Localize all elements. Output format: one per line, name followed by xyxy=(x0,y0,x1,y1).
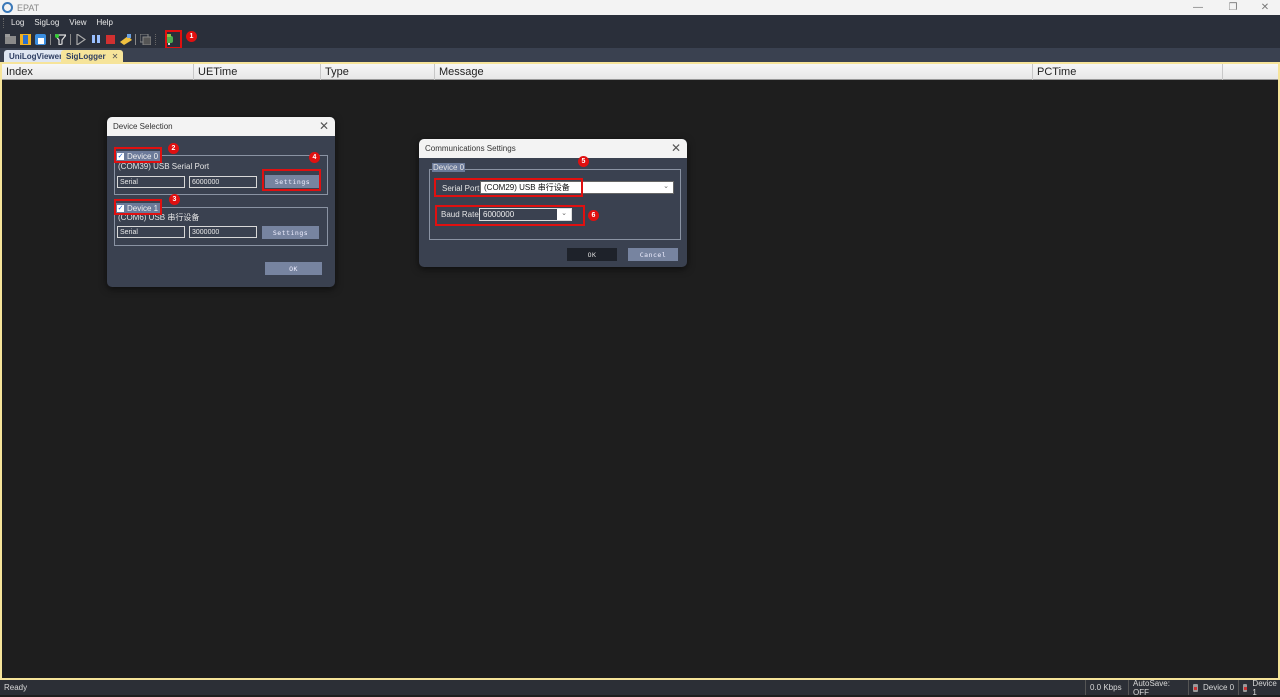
data-rate: 0.0 Kbps xyxy=(1090,683,1122,692)
status-bar: Ready 0.0 Kbps AutoSave: OFF Device 0 De… xyxy=(0,678,1280,697)
toolbar-separator xyxy=(50,33,51,45)
annotation-badge-2: 2 xyxy=(168,143,179,154)
status-text: Ready xyxy=(4,683,28,692)
device-0-status: Device 0 xyxy=(1188,680,1238,695)
column-header-type[interactable]: Type xyxy=(321,64,435,80)
data-rate-panel: 0.0 Kbps xyxy=(1085,680,1128,695)
autosave-panel: AutoSave: OFF xyxy=(1128,678,1188,697)
window-title: EPAT xyxy=(17,2,40,13)
device-1-type-field[interactable]: Serial xyxy=(117,226,185,238)
device-0-status-label: Device 0 xyxy=(1203,683,1235,692)
tab-siglogger[interactable]: SigLogger ✕ xyxy=(61,50,124,62)
annotation-badge-4: 4 xyxy=(309,152,320,163)
save-icon[interactable] xyxy=(20,33,32,45)
device-0-port-description: (COM39) USB Serial Port xyxy=(118,162,210,171)
annotation-badge-6: 6 xyxy=(588,210,599,221)
toolbar-separator xyxy=(70,33,71,45)
minimize-button[interactable]: — xyxy=(1183,0,1213,15)
device-1-status-label: Device 1 xyxy=(1252,678,1277,697)
chevron-down-icon: ⌄ xyxy=(663,183,669,190)
cancel-button[interactable]: Cancel xyxy=(628,248,678,261)
device-1-status: Device 1 xyxy=(1238,678,1280,697)
restore-button[interactable]: ❐ xyxy=(1218,0,1248,15)
dialog-close-button[interactable]: ✕ xyxy=(671,141,681,155)
ok-button[interactable]: OK xyxy=(567,248,617,261)
close-window-button[interactable]: ✕ xyxy=(1250,0,1280,15)
tab-label: SigLogger xyxy=(66,51,106,61)
title-bar: EPAT — ❐ ✕ xyxy=(0,0,1280,15)
column-header-message[interactable]: Message xyxy=(435,64,1033,80)
clear-icon[interactable] xyxy=(119,33,132,45)
open-folder-icon[interactable] xyxy=(5,33,17,45)
dialog-title: Communications Settings xyxy=(425,144,516,153)
menu-bar: Log SigLog View Help xyxy=(0,15,1280,30)
communications-settings-dialog: Communications Settings ✕ Device 0 Seria… xyxy=(419,139,687,267)
menu-view[interactable]: View xyxy=(64,18,91,27)
column-header-pctime[interactable]: PCTime xyxy=(1033,64,1223,80)
group-label: Device 0 xyxy=(432,163,466,172)
tab-strip: UniLogViewer SigLogger ✕ xyxy=(0,48,1280,62)
device-1-baud-field[interactable]: 3000000 xyxy=(189,226,257,238)
device-0-type-field[interactable]: Serial xyxy=(117,176,185,188)
app-logo-icon xyxy=(2,2,13,13)
menu-help[interactable]: Help xyxy=(91,18,117,27)
device-icon xyxy=(1193,683,1198,692)
device-1-settings-button[interactable]: Settings xyxy=(262,226,319,239)
device-0-baud-field[interactable]: 6000000 xyxy=(189,176,257,188)
device-icon xyxy=(1243,683,1248,692)
annotation-badge-5: 5 xyxy=(578,156,589,167)
menu-log[interactable]: Log xyxy=(5,18,29,27)
dialog-title-bar: Device Selection ✕ xyxy=(107,117,335,136)
autosave-status: AutoSave: OFF xyxy=(1133,678,1170,697)
annotation-highlight-5 xyxy=(434,178,583,197)
toolbar-separator xyxy=(155,33,156,45)
annotation-highlight-2 xyxy=(114,147,162,163)
filter-icon[interactable] xyxy=(55,33,67,45)
copy-icon[interactable] xyxy=(140,33,152,45)
toolbar-separator xyxy=(135,33,136,45)
dialog-close-button[interactable]: ✕ xyxy=(319,119,329,133)
export-icon[interactable] xyxy=(35,33,47,45)
dialog-title: Device Selection xyxy=(113,122,173,131)
annotation-badge-3: 3 xyxy=(169,194,180,205)
tab-label: UniLogViewer xyxy=(9,51,63,61)
play-icon[interactable] xyxy=(75,33,87,45)
pause-icon[interactable] xyxy=(90,33,102,45)
column-header-index[interactable]: Index xyxy=(2,64,194,80)
stop-icon[interactable] xyxy=(105,33,117,45)
menu-siglog[interactable]: SigLog xyxy=(29,18,64,27)
column-header-uetime[interactable]: UETime xyxy=(194,64,321,80)
grid-header: Index UETime Type Message PCTime xyxy=(2,64,1278,80)
annotation-highlight-6 xyxy=(435,205,585,226)
tab-close-icon[interactable]: ✕ xyxy=(112,52,119,61)
ok-button[interactable]: OK xyxy=(265,262,322,275)
annotation-highlight-3 xyxy=(114,199,162,215)
annotation-highlight-4 xyxy=(262,169,321,191)
column-header-extra[interactable] xyxy=(1223,64,1278,80)
dialog-title-bar: Communications Settings ✕ xyxy=(419,139,687,158)
annotation-highlight-1 xyxy=(165,30,182,49)
annotation-badge-1: 1 xyxy=(186,31,197,42)
tab-unilogviewer[interactable]: UniLogViewer xyxy=(4,50,68,62)
